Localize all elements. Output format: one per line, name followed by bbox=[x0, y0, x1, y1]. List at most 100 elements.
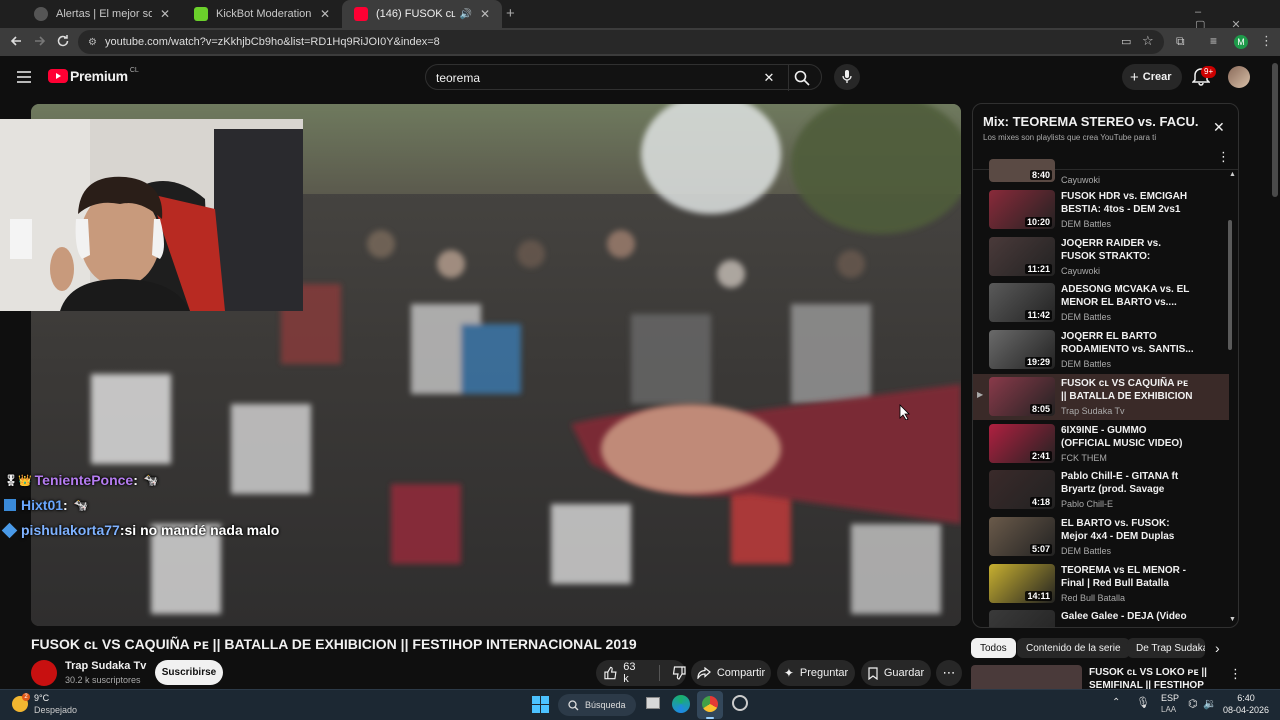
video-duration: 5:07 bbox=[1029, 544, 1052, 554]
playlist-item[interactable]: 11:21 JOQERR RAIDER vs. FUSOK STRAKTO: ST… bbox=[973, 234, 1229, 280]
recommendation-title[interactable]: FUSOK ᴄʟ VS LOKO ᴘᴇ || SEMIFINAL || FEST… bbox=[1089, 666, 1209, 689]
chrome-icon bbox=[702, 696, 718, 712]
page-scrollbar[interactable] bbox=[1272, 63, 1278, 197]
like-button[interactable]: 63 k bbox=[604, 661, 643, 685]
close-playlist-icon[interactable]: ✕ bbox=[1213, 119, 1225, 136]
subscribe-button[interactable]: Suscribirse bbox=[155, 660, 223, 685]
playlist-item[interactable]: 8:40 Cayuwoki bbox=[973, 159, 1229, 187]
playlist-title[interactable]: Mix: TEOREMA STEREO vs. FACU... bbox=[983, 114, 1198, 129]
playlist-item-title: Pablo Chill-E - GITANA ft Bryartz (prod.… bbox=[1061, 471, 1179, 495]
hamburger-menu-icon[interactable] bbox=[14, 67, 34, 87]
recommendation-menu-icon[interactable]: ⋮ bbox=[1229, 666, 1242, 682]
tab-youtube[interactable]: (146) FUSOK ᴄʟ VS CAQUIÑ 🔊 ✕ bbox=[342, 0, 502, 28]
chat-separator: : bbox=[63, 497, 68, 513]
keyboard-language[interactable]: ESP bbox=[1161, 693, 1179, 703]
playlist-item[interactable]: Galee Galee - DEJA (Video bbox=[973, 607, 1229, 627]
close-icon[interactable]: ✕ bbox=[478, 7, 492, 21]
youtube-logo[interactable]: Premium CL bbox=[48, 67, 139, 84]
playlist-item[interactable]: 11:42 ADESONG MCVAKA vs. EL MENOR EL BART… bbox=[973, 280, 1229, 326]
notification-badge: 9+ bbox=[1201, 66, 1217, 78]
avatar[interactable] bbox=[1228, 66, 1250, 88]
channel-name[interactable]: Trap Sudaka Tv bbox=[65, 660, 146, 672]
close-icon[interactable]: ✕ bbox=[158, 7, 172, 21]
chat-message: pishulakorta77 : si no mandé nada malo bbox=[1, 522, 280, 538]
bookmark-star-icon[interactable]: ☆ bbox=[1142, 33, 1154, 49]
reload-icon[interactable] bbox=[55, 33, 73, 51]
taskbar-search[interactable]: Búsqueda bbox=[558, 694, 636, 716]
site-info-icon[interactable]: ⚙ bbox=[88, 37, 97, 48]
clear-search-icon[interactable]: ✕ bbox=[760, 69, 778, 87]
back-icon[interactable] bbox=[8, 33, 26, 51]
video-duration: 11:21 bbox=[1025, 264, 1052, 274]
scroll-up-icon[interactable]: ▲ bbox=[1229, 171, 1236, 178]
browser-menu-icon[interactable]: ⋮ bbox=[1260, 33, 1273, 49]
microphone-icon[interactable]: 🎙 bbox=[1136, 696, 1150, 709]
video-duration: 4:18 bbox=[1029, 497, 1052, 507]
chip-channel[interactable]: De Trap Sudaka bbox=[1127, 638, 1205, 658]
playlist-item[interactable]: 19:29 JOQERR EL BARTO RODAMIENTO vs. SANT… bbox=[973, 327, 1229, 373]
video-thumbnail: 11:21 bbox=[989, 237, 1055, 276]
channel-avatar[interactable] bbox=[31, 660, 57, 686]
forward-icon[interactable] bbox=[32, 33, 50, 51]
clock-time[interactable]: 6:40 bbox=[1224, 693, 1268, 703]
scroll-down-icon[interactable]: ▼ bbox=[1229, 616, 1236, 623]
speaker-icon[interactable]: 🔊 bbox=[460, 9, 472, 20]
profile-avatar[interactable]: M bbox=[1234, 35, 1248, 49]
chip-todos[interactable]: Todos bbox=[971, 638, 1016, 658]
share-button[interactable]: Compartir bbox=[691, 660, 771, 686]
video-thumbnail: 10:20 bbox=[989, 190, 1055, 229]
task-view-icon[interactable] bbox=[646, 697, 660, 709]
now-playing-icon: ▶ bbox=[977, 390, 984, 399]
search-input[interactable] bbox=[436, 69, 756, 87]
playlist-item-title: JOQERR EL BARTO RODAMIENTO vs. SANTIS... bbox=[1061, 331, 1194, 355]
video-thumbnail: 4:18 bbox=[989, 470, 1055, 509]
playlist-item[interactable]: 10:20 FUSOK HDR vs. EMCIGAH BESTIA: 4tos … bbox=[973, 187, 1229, 233]
playlist-item-channel: DEM Battles bbox=[1061, 546, 1112, 556]
search-divider bbox=[788, 65, 789, 91]
like-dislike-group: 63 k bbox=[596, 660, 686, 686]
volume-icon[interactable]: 🔉 bbox=[1203, 697, 1217, 710]
video-thumbnail: 8:05 bbox=[989, 377, 1055, 416]
playlist-item[interactable]: 2:41 6IX9INE - GUMMO (OFFICIAL MUSIC VIDE… bbox=[973, 421, 1229, 467]
tab-alertas[interactable]: Alertas | El mejor software para ✕ bbox=[22, 0, 182, 28]
playlist-item[interactable]: 14:11 TEOREMA vs EL MENOR - Final | Red B… bbox=[973, 561, 1229, 607]
chrome-taskbar-item[interactable] bbox=[697, 691, 723, 719]
active-indicator bbox=[706, 717, 714, 719]
url-text: youtube.com/watch?v=zKkhjbCb9ho&list=RD1… bbox=[104, 36, 440, 48]
obs-icon[interactable] bbox=[732, 695, 748, 711]
playlist-item-title: ADESONG MCVAKA vs. EL MENOR EL BARTO vs.… bbox=[1061, 284, 1190, 308]
address-bar: ⚙ youtube.com/watch?v=zKkhjbCb9ho&list=R… bbox=[0, 28, 1280, 56]
playlist-item-channel: Red Bull Batalla bbox=[1061, 593, 1126, 603]
cast-icon[interactable]: ▭ bbox=[1121, 35, 1131, 48]
chevron-right-icon[interactable]: › bbox=[1215, 640, 1220, 656]
weather-badge: 2 bbox=[22, 693, 30, 701]
search-box[interactable]: ✕ bbox=[425, 64, 822, 91]
voice-search-icon[interactable] bbox=[834, 64, 860, 90]
edge-icon[interactable] bbox=[672, 695, 690, 713]
chip-series[interactable]: Contenido de la serie bbox=[1017, 638, 1130, 658]
pill-divider bbox=[659, 665, 660, 681]
show-hidden-icons[interactable]: ⌃ bbox=[1112, 697, 1120, 708]
reading-list-icon[interactable]: ≡ bbox=[1210, 34, 1217, 48]
dislike-button[interactable] bbox=[672, 666, 686, 680]
extensions-icon[interactable]: ⧉ bbox=[1176, 34, 1185, 49]
recommendation-thumbnail[interactable] bbox=[971, 665, 1082, 689]
playlist-item-current[interactable]: ▶ 8:05 FUSOK ᴄʟ VS CAQUIÑA ᴘᴇ || BATALLA D… bbox=[973, 374, 1229, 420]
ask-button[interactable]: ✦ Preguntar bbox=[777, 660, 855, 686]
save-button[interactable]: Guardar bbox=[861, 660, 931, 686]
chat-username: TenientePоnce bbox=[34, 472, 134, 488]
thumbs-down-icon bbox=[672, 666, 686, 680]
more-actions-icon[interactable]: ⋯ bbox=[936, 660, 962, 686]
windows-start-icon[interactable] bbox=[532, 696, 549, 713]
chat-text: si no mandé nada malo bbox=[124, 522, 280, 538]
close-icon[interactable]: ✕ bbox=[318, 7, 332, 21]
new-tab-button[interactable]: + bbox=[506, 5, 515, 22]
create-button[interactable]: + Crear bbox=[1122, 64, 1182, 90]
playlist-item[interactable]: 5:07 EL BARTO vs. FUSOK: Mejor 4x4 - DEM … bbox=[973, 514, 1229, 560]
search-icon[interactable] bbox=[792, 68, 812, 88]
network-icon[interactable]: ⌬ bbox=[1188, 697, 1198, 710]
playlist-scrollbar[interactable] bbox=[1228, 220, 1232, 350]
url-field[interactable]: ⚙ youtube.com/watch?v=zKkhjbCb9ho&list=R… bbox=[78, 30, 1164, 54]
playlist-item[interactable]: 4:18 Pablo Chill-E - GITANA ft Bryartz (p… bbox=[973, 467, 1229, 513]
tab-kickbot[interactable]: KickBot Moderation ✕ bbox=[182, 0, 342, 28]
